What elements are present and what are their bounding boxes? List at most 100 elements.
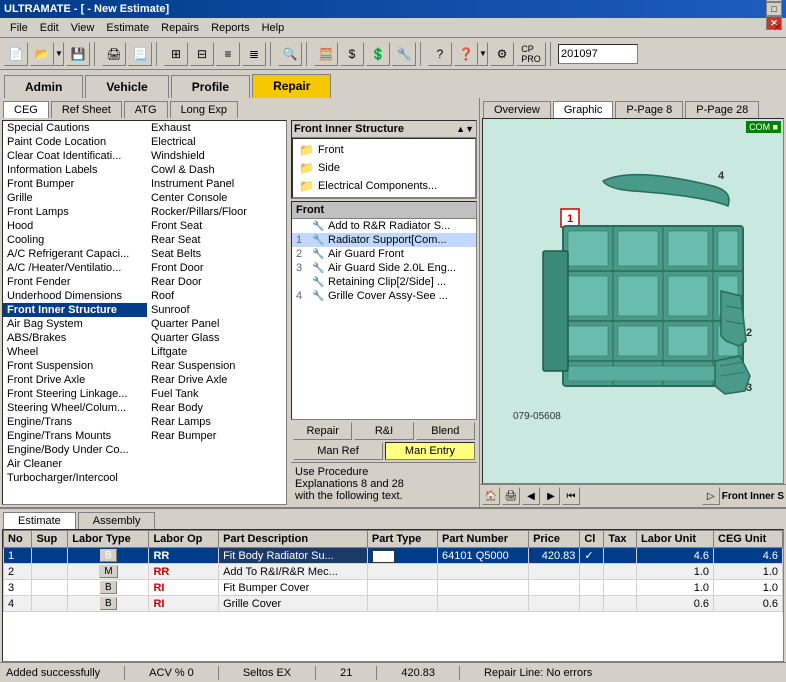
cat-paint-code[interactable]: Paint Code Location — [3, 135, 147, 149]
cat-fuel-tank[interactable]: Fuel Tank — [147, 387, 286, 401]
tab-profile[interactable]: Profile — [171, 75, 250, 98]
menu-reports[interactable]: Reports — [205, 20, 256, 36]
tool2-button[interactable]: ⊟ — [190, 42, 214, 66]
dollar-button[interactable]: $ — [340, 42, 364, 66]
close-app-button[interactable]: ✕ — [773, 21, 782, 34]
cat-front-seat[interactable]: Front Seat — [147, 219, 286, 233]
cat-liftgate[interactable]: Liftgate — [147, 345, 286, 359]
cat-hood[interactable]: Hood — [3, 219, 147, 233]
cat-console[interactable]: Center Console — [147, 191, 286, 205]
cat-engine-mounts[interactable]: Engine/Trans Mounts — [3, 429, 147, 443]
cat-quarter-glass[interactable]: Quarter Glass — [147, 331, 286, 345]
cat-windshield[interactable]: Windshield — [147, 149, 286, 163]
cat-engine-body[interactable]: Engine/Body Under Co... — [3, 443, 147, 457]
pro-button[interactable]: CPPRO — [516, 42, 546, 66]
cat-quarter-panel[interactable]: Quarter Panel — [147, 317, 286, 331]
table-row[interactable]: 3BRIFit Bumper Cover1.01.0 — [4, 580, 783, 596]
category-list[interactable]: Special Cautions Paint Code Location Cle… — [2, 120, 287, 505]
cat-rear-axle[interactable]: Rear Drive Axle — [147, 373, 286, 387]
new-button[interactable]: 📄 — [4, 42, 28, 66]
cat-front-inner[interactable]: Front Inner Structure — [3, 303, 147, 317]
menu-view[interactable]: View — [65, 20, 101, 36]
detail-item-radiator[interactable]: 1 🔧 Radiator Support[Com... — [292, 233, 476, 247]
cat-wheel[interactable]: Wheel — [3, 345, 147, 359]
detail-item-airguard-side[interactable]: 3 🔧 Air Guard Side 2.0L Eng... — [292, 261, 476, 275]
labor-type-badge[interactable]: B — [100, 597, 117, 610]
cat-grille[interactable]: Grille — [3, 191, 147, 205]
cat-steering-linkage[interactable]: Front Steering Linkage... — [3, 387, 147, 401]
menu-edit[interactable]: Edit — [34, 20, 65, 36]
gtab-overview[interactable]: Overview — [483, 101, 551, 118]
tool4-button[interactable]: ≣ — [242, 42, 266, 66]
btab-estimate[interactable]: Estimate — [3, 512, 76, 529]
estimate-search[interactable] — [558, 44, 638, 64]
menu-estimate[interactable]: Estimate — [100, 20, 155, 36]
graphic-home-button[interactable]: 🏠 — [482, 487, 500, 505]
cat-ac-refrigerant[interactable]: A/C Refrigerant Capaci... — [3, 247, 147, 261]
cat-rear-seat[interactable]: Rear Seat — [147, 233, 286, 247]
cat-cooling[interactable]: Cooling — [3, 233, 147, 247]
cat-front-susp[interactable]: Front Suspension — [3, 359, 147, 373]
help-dropdown[interactable]: ▼ — [478, 42, 488, 66]
tool1-button[interactable]: ⊞ — [164, 42, 188, 66]
gtab-graphic[interactable]: Graphic — [553, 101, 614, 118]
graphic-print-button[interactable]: 🖨 — [502, 487, 520, 505]
gtab-ppage28[interactable]: P-Page 28 — [685, 101, 759, 118]
tool5-button[interactable]: 🔧 — [392, 42, 416, 66]
labor-type-badge[interactable]: B — [100, 549, 117, 562]
tab-admin[interactable]: Admin — [4, 75, 83, 98]
menu-help[interactable]: Help — [256, 20, 291, 36]
graphic-right-button[interactable]: ▶ — [542, 487, 560, 505]
tree-section-front[interactable]: 📁 Front — [295, 141, 473, 159]
repair-button[interactable]: Repair — [293, 422, 352, 440]
open-button[interactable]: 📂 — [30, 42, 54, 66]
cat-front-axle[interactable]: Front Drive Axle — [3, 373, 147, 387]
calc-button[interactable]: 🧮 — [314, 42, 338, 66]
open-dropdown[interactable]: ▼ — [54, 42, 64, 66]
man-entry-button[interactable]: Man Entry — [385, 442, 475, 460]
graphic-nav-button[interactable]: ▷ — [702, 487, 720, 505]
cat-electrical[interactable]: Electrical — [147, 135, 286, 149]
tab-vehicle[interactable]: Vehicle — [85, 75, 168, 98]
tree-section-electrical[interactable]: 📁 Electrical Components... — [295, 177, 473, 195]
detail-item-airguard-front[interactable]: 2 🔧 Air Guard Front — [292, 247, 476, 261]
cat-engine[interactable]: Engine/Trans — [3, 415, 147, 429]
settings-button[interactable]: ⚙ — [490, 42, 514, 66]
cat-roof[interactable]: Roof — [147, 289, 286, 303]
cat-front-lamps[interactable]: Front Lamps — [3, 205, 147, 219]
cat-rocker[interactable]: Rocker/Pillars/Floor — [147, 205, 286, 219]
cat-rear-bumper[interactable]: Rear Bumper — [147, 429, 286, 443]
menu-repairs[interactable]: Repairs — [155, 20, 205, 36]
cat-front-fender[interactable]: Front Fender — [3, 275, 147, 289]
subtab-ceg[interactable]: CEG — [3, 101, 49, 118]
cat-rear-body[interactable]: Rear Body — [147, 401, 286, 415]
tree-scroll-up[interactable]: ▲ — [456, 124, 465, 134]
cat-sunroof[interactable]: Sunroof — [147, 303, 286, 317]
subtab-refsheet[interactable]: Ref Sheet — [51, 101, 122, 118]
cat-instrument[interactable]: Instrument Panel — [147, 177, 286, 191]
cat-info-labels[interactable]: Information Labels — [3, 163, 147, 177]
menu-file[interactable]: File — [4, 20, 34, 36]
btab-assembly[interactable]: Assembly — [78, 512, 156, 529]
tool3-button[interactable]: ≡ — [216, 42, 240, 66]
table-row[interactable]: 1BRRFit Body Radiator Su...NW64101 Q5000… — [4, 548, 783, 564]
cat-airbag[interactable]: Air Bag System — [3, 317, 147, 331]
table-row[interactable]: 2MRRAdd To R&I/R&R Mec...1.01.0 — [4, 564, 783, 580]
cat-cowl[interactable]: Cowl & Dash — [147, 163, 286, 177]
man-ref-button[interactable]: Man Ref — [293, 442, 383, 460]
tree-scroll-down[interactable]: ▼ — [465, 124, 474, 134]
subtab-longexp[interactable]: Long Exp — [170, 101, 238, 118]
tool6-button[interactable]: ? — [428, 42, 452, 66]
gtab-ppage8[interactable]: P-Page 8 — [615, 101, 683, 118]
cat-ac-heater[interactable]: A/C /Heater/Ventilatio... — [3, 261, 147, 275]
cat-rear-door[interactable]: Rear Door — [147, 275, 286, 289]
cat-clear-coat[interactable]: Clear Coat Identificati... — [3, 149, 147, 163]
tab-repair[interactable]: Repair — [252, 74, 331, 98]
blend-button[interactable]: Blend — [416, 422, 475, 440]
labor-type-badge[interactable]: M — [99, 565, 117, 578]
detail-item-rr[interactable]: 🔧 Add to R&R Radiator S... — [292, 219, 476, 233]
rr-button[interactable]: R&I — [354, 422, 413, 440]
save-button[interactable]: 💾 — [66, 42, 90, 66]
search-button[interactable]: 🔍 — [278, 42, 302, 66]
help-button[interactable]: ❓ — [454, 42, 478, 66]
